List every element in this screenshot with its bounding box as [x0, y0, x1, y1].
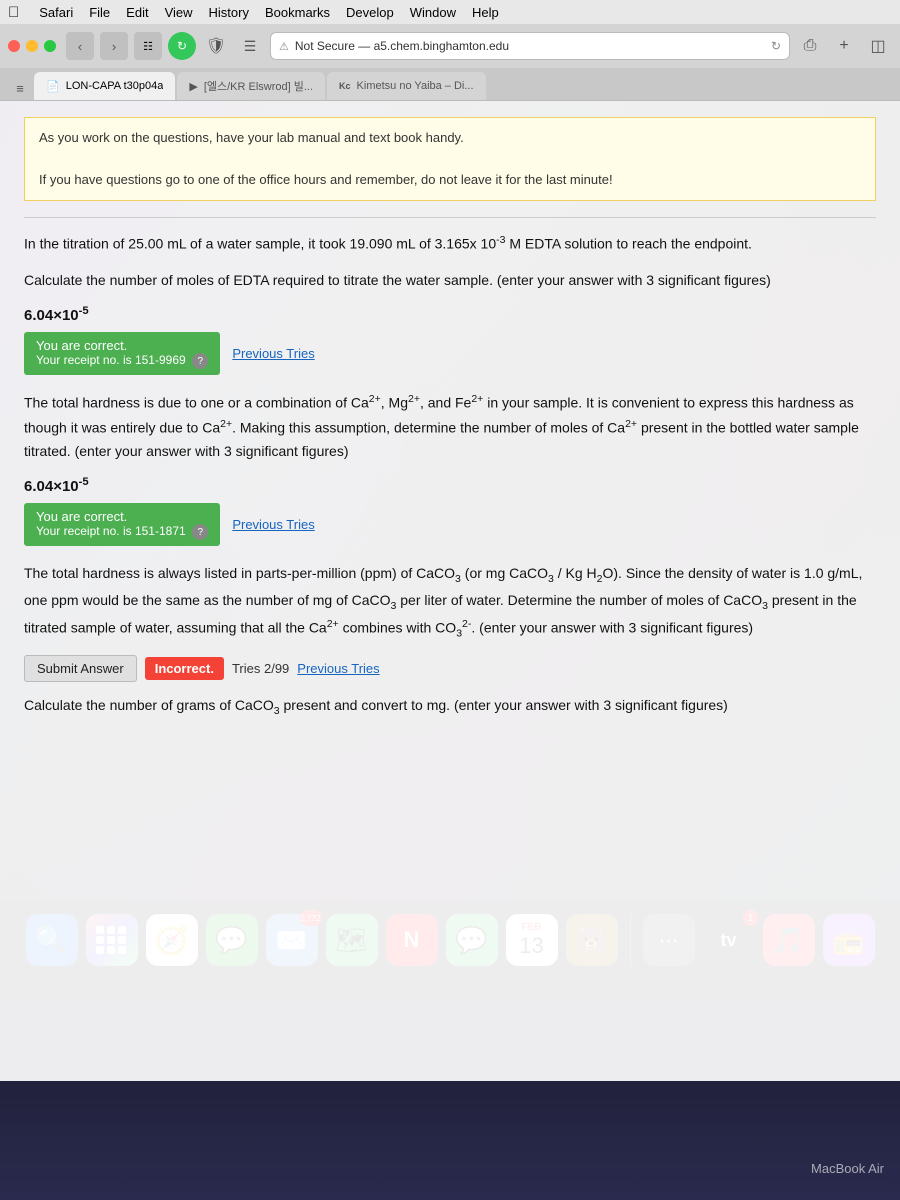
file-menu[interactable]: File [89, 5, 110, 20]
new-tab-button[interactable]: + [830, 32, 858, 60]
question3-prev-tries[interactable]: Previous Tries [297, 661, 379, 676]
apple-menu[interactable]:  [8, 4, 19, 21]
window-menu[interactable]: Window [410, 5, 456, 20]
not-secure-icon: ⚠ [279, 40, 289, 53]
shield-icon: 🛡 [202, 32, 230, 60]
question1-answer: 6.04×10-5 [24, 305, 876, 324]
question2-answer: 6.04×10-5 [24, 476, 876, 495]
question2-receipt: Your receipt no. is 151-1871 ? [36, 524, 208, 541]
bookmarks-menu[interactable]: Bookmarks [265, 5, 330, 20]
browser-tabs: ≡ 📄 LON-CAPA t30p04a ▶ [엘스/KR Elswrod] 빌… [0, 68, 900, 100]
tab-icon-kimetsu: Kc [339, 81, 351, 91]
url-text: Not Secure — a5.chem.binghamton.edu [295, 39, 765, 53]
question4-text: Calculate the number of grams of CaCO3 p… [24, 694, 876, 721]
question1-info-icon[interactable]: ? [192, 353, 208, 369]
back-button[interactable]: ‹ [66, 32, 94, 60]
macbook-label: MacBook Air [811, 1161, 884, 1176]
refresh-icon[interactable]: ↻ [771, 39, 781, 53]
question1-subtext: Calculate the number of moles of EDTA re… [24, 269, 876, 293]
tabs-button[interactable]: ◫ [864, 32, 892, 60]
tab-label-youtube: [엘스/KR Elswrod] 빌... [204, 78, 313, 94]
main-content: As you work on the questions, have your … [0, 101, 900, 1081]
forward-button[interactable]: › [100, 32, 128, 60]
safari-menu[interactable]: Safari [39, 5, 73, 20]
question2-correct-box: You are correct. Your receipt no. is 151… [24, 503, 220, 547]
notice-box: As you work on the questions, have your … [24, 117, 876, 201]
submit-button[interactable]: Submit Answer [24, 655, 137, 682]
tab-loncapa[interactable]: 📄 LON-CAPA t30p04a [34, 72, 175, 100]
browser-toolbar: ‹ › ☷ ↻ 🛡 ☰ ⚠ Not Secure — a5.chem.bingh… [0, 24, 900, 68]
question1-prev-tries[interactable]: Previous Tries [232, 346, 314, 361]
tab-label-loncapa: LON-CAPA t30p04a [66, 80, 164, 92]
sidebar-button[interactable]: ☷ [134, 32, 162, 60]
question1-text: In the titration of 25.00 mL of a water … [24, 232, 876, 256]
tab-youtube[interactable]: ▶ [엘스/KR Elswrod] 빌... [177, 72, 325, 100]
question1-answer-row: You are correct. Your receipt no. is 151… [24, 332, 876, 376]
tab-icon-loncapa: 📄 [46, 80, 60, 93]
reload-button[interactable]: ↻ [168, 32, 196, 60]
browser-chrome: ‹ › ☷ ↻ 🛡 ☰ ⚠ Not Secure — a5.chem.bingh… [0, 24, 900, 101]
tab-icon-youtube: ▶ [189, 80, 197, 93]
tab-label-kimetsu: Kimetsu no Yaiba – Di... [357, 80, 474, 92]
history-menu[interactable]: History [209, 5, 249, 20]
help-menu[interactable]: Help [472, 5, 499, 20]
question2-prev-tries[interactable]: Previous Tries [232, 517, 314, 532]
question3-submit-row: Submit Answer Incorrect. Tries 2/99 Prev… [24, 655, 876, 682]
toolbar-right: ⎙ + ◫ [796, 32, 892, 60]
tab-kimetsu[interactable]: Kc Kimetsu no Yaiba – Di... [327, 72, 486, 100]
edit-menu[interactable]: Edit [126, 5, 148, 20]
question3-incorrect-badge: Incorrect. [145, 657, 224, 680]
question3-tries: Tries 2/99 [232, 661, 289, 676]
minimize-button[interactable] [26, 40, 38, 52]
traffic-lights [8, 40, 56, 52]
question2-text: The total hardness is due to one or a co… [24, 391, 876, 464]
notice-line2: If you have questions go to one of the o… [39, 170, 861, 191]
question1-correct-text: You are correct. [36, 338, 208, 353]
maximize-button[interactable] [44, 40, 56, 52]
menu-bar:  Safari File Edit View History Bookmark… [0, 0, 900, 24]
notice-line1: As you work on the questions, have your … [39, 128, 861, 149]
question2-correct-text: You are correct. [36, 509, 208, 524]
question2-answer-row: You are correct. Your receipt no. is 151… [24, 503, 876, 547]
question1-correct-box: You are correct. Your receipt no. is 151… [24, 332, 220, 376]
reader-icon[interactable]: ☰ [236, 32, 264, 60]
page-wrapper: As you work on the questions, have your … [0, 101, 900, 1081]
develop-menu[interactable]: Develop [346, 5, 394, 20]
url-bar[interactable]: ⚠ Not Secure — a5.chem.binghamton.edu ↻ [270, 32, 790, 60]
view-menu[interactable]: View [165, 5, 193, 20]
close-button[interactable] [8, 40, 20, 52]
question2-info-icon[interactable]: ? [192, 524, 208, 540]
divider-1 [24, 217, 876, 218]
share-button[interactable]: ⎙ [796, 32, 824, 60]
question1-receipt: Your receipt no. is 151-9969 ? [36, 353, 208, 370]
question3-text: The total hardness is always listed in p… [24, 562, 876, 643]
sidebar-toggle[interactable]: ≡ [8, 76, 32, 100]
